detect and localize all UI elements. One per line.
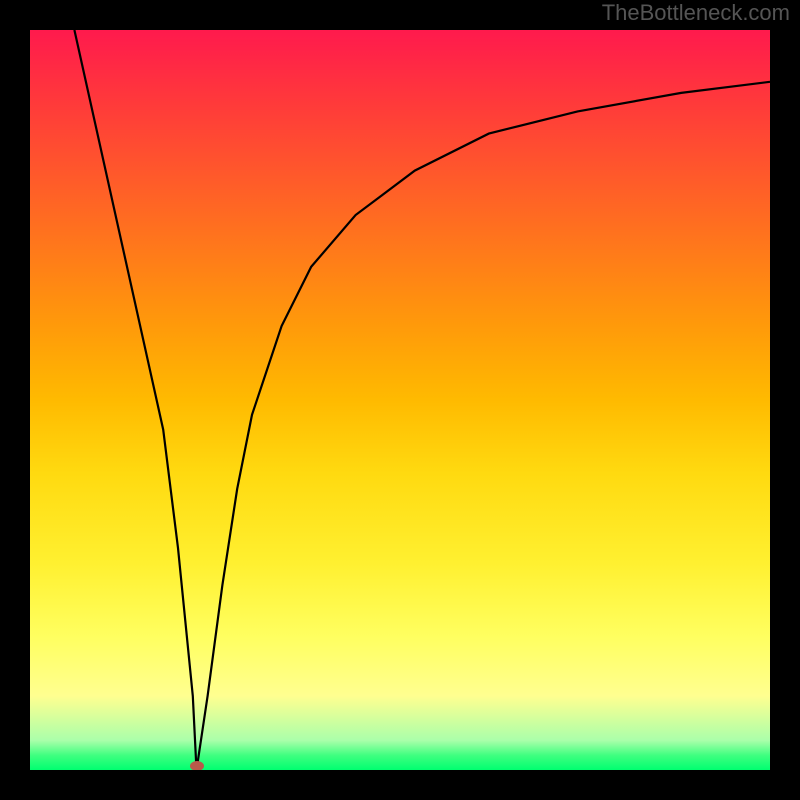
bottleneck-marker-icon (190, 761, 204, 770)
watermark-text: TheBottleneck.com (602, 0, 790, 26)
chart-frame: TheBottleneck.com (0, 0, 800, 800)
curve-layer (30, 30, 770, 770)
plot-area (30, 30, 770, 770)
bottleneck-curve (74, 30, 770, 770)
